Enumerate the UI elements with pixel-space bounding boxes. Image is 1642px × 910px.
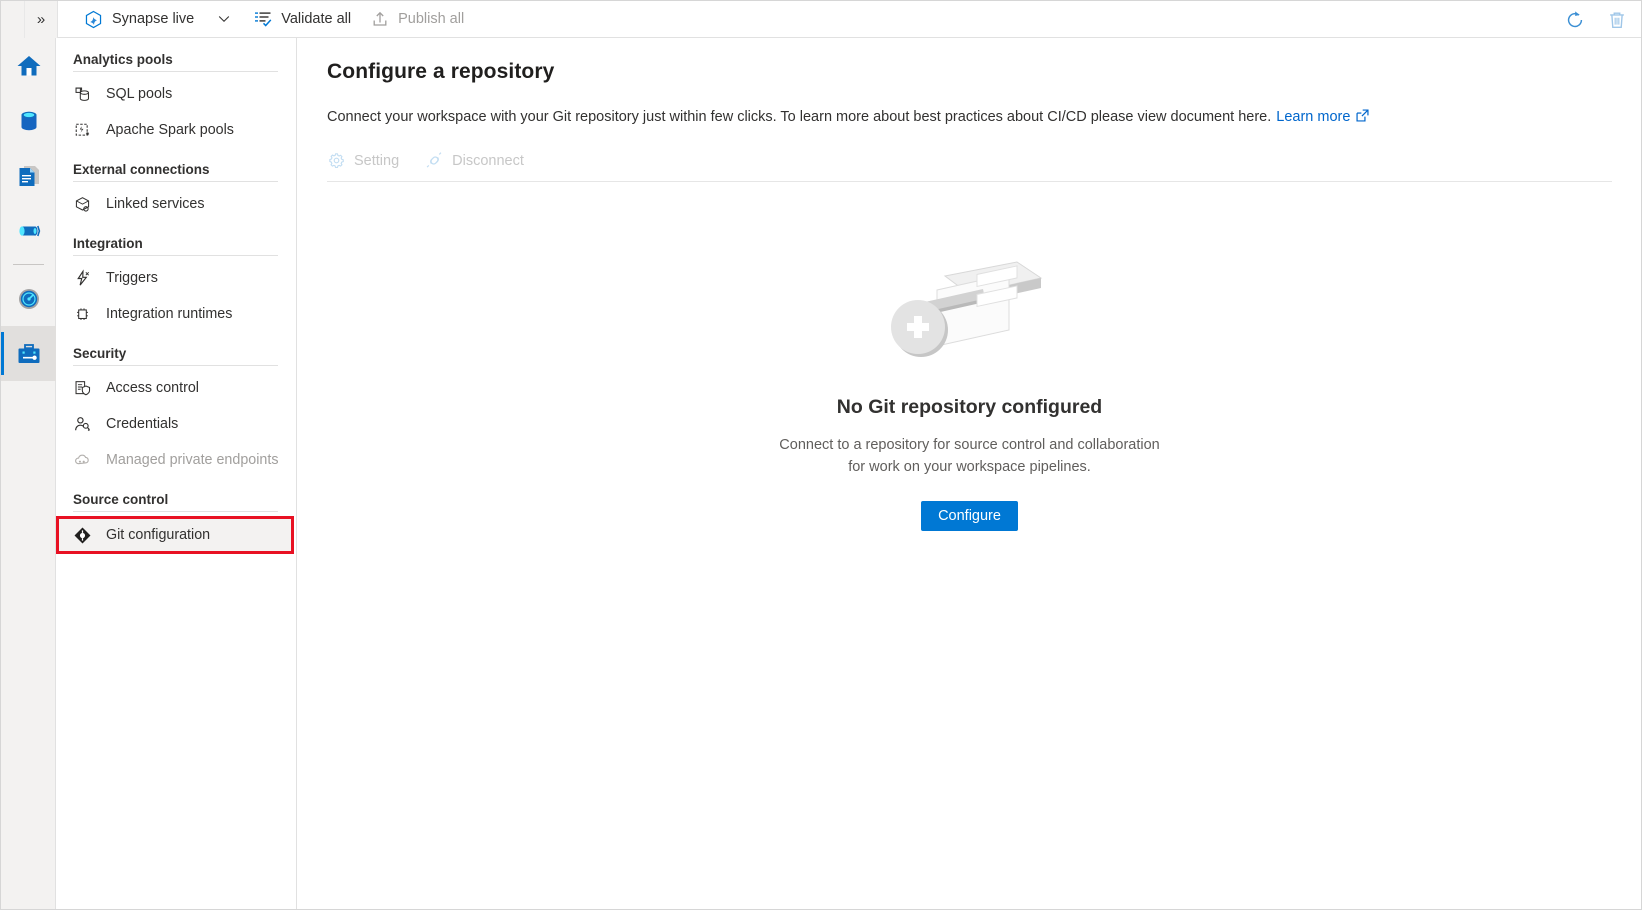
synapse-hexagon-icon [84, 10, 103, 29]
left-icon-rail [1, 38, 56, 910]
nav-group-external-connections-title: External connections [56, 162, 296, 181]
sidebar-item-label: Managed private endpoints [106, 452, 278, 468]
access-control-icon [73, 379, 95, 398]
nav-group-source-control-title: Source control [56, 492, 296, 511]
top-command-bar: » Synapse live [1, 1, 1642, 38]
empty-state-subtitle-line1: Connect to a repository for source contr… [779, 435, 1159, 457]
page-description: Connect your workspace with your Git rep… [327, 107, 1612, 129]
refresh-icon [1564, 9, 1586, 31]
monitor-gauge-icon [15, 285, 43, 313]
setting-button[interactable]: Setting [327, 151, 399, 170]
disconnect-label: Disconnect [452, 153, 524, 169]
sidebar-item-integration-runtimes[interactable]: Integration runtimes [56, 296, 296, 332]
validate-all-icon [254, 10, 272, 28]
document-icon [15, 162, 43, 190]
rail-item-manage[interactable] [1, 326, 56, 381]
rail-item-integrate[interactable] [1, 203, 56, 258]
sidebar-item-linked-services[interactable]: Linked services [56, 186, 296, 222]
publish-all-label: Publish all [398, 11, 464, 27]
trigger-icon [73, 269, 95, 288]
sidebar-item-credentials[interactable]: Credentials [56, 406, 296, 442]
gear-icon [327, 151, 346, 170]
nav-group-integration-title: Integration [56, 236, 296, 255]
disconnect-plug-icon [425, 151, 444, 170]
managed-private-endpoints-icon [73, 451, 95, 470]
sidebar-item-label: Triggers [106, 270, 158, 286]
sidebar-item-label: Apache Spark pools [106, 122, 234, 138]
nav-rule [73, 181, 278, 182]
sidebar-item-label: Git configuration [106, 527, 210, 543]
synapse-live-mode-button[interactable]: Synapse live [74, 1, 204, 38]
home-icon [15, 52, 43, 80]
learn-more-link[interactable]: Learn more [1276, 109, 1350, 125]
sidebar-item-access-control[interactable]: Access control [56, 370, 296, 406]
empty-state-title: No Git repository configured [837, 396, 1102, 419]
sidebar-item-label: Integration runtimes [106, 306, 232, 322]
linked-services-icon [73, 195, 95, 214]
empty-state-subtitle-line2: for work on your workspace pipelines. [779, 457, 1159, 479]
page-title: Configure a repository [327, 60, 1612, 84]
rail-item-home[interactable] [1, 38, 56, 93]
database-icon [15, 107, 43, 135]
sidebar-item-triggers[interactable]: Triggers [56, 260, 296, 296]
nav-rule [73, 365, 278, 366]
sidebar-item-label: Linked services [106, 196, 205, 212]
publish-all-button[interactable]: Publish all [361, 1, 474, 38]
rail-item-monitor[interactable] [1, 271, 56, 326]
pipeline-icon [15, 217, 43, 245]
synapse-studio-window: » Synapse live [0, 0, 1642, 910]
rail-item-develop[interactable] [1, 148, 56, 203]
sidebar-item-git-configuration[interactable]: Git configuration [56, 516, 294, 554]
manage-nav-pane: Analytics pools SQL pools A [56, 38, 297, 910]
disconnect-button[interactable]: Disconnect [425, 151, 524, 170]
sidebar-item-label: Credentials [106, 416, 178, 432]
mode-dropdown-caret[interactable] [204, 1, 244, 38]
topbar-right-actions [1557, 1, 1635, 38]
external-link-icon [1355, 108, 1370, 129]
expand-panel-button[interactable]: » [25, 1, 58, 38]
topbar-items: Synapse live [58, 1, 474, 38]
empty-state: No Git repository configured Connect to … [327, 244, 1612, 531]
main-content: Configure a repository Connect your work… [297, 38, 1642, 910]
no-repository-illustration [885, 244, 1055, 374]
git-icon [73, 526, 95, 545]
sidebar-item-apache-spark-pools[interactable]: Apache Spark pools [56, 112, 296, 148]
spark-pool-icon [73, 121, 95, 140]
sidebar-item-label: Access control [106, 380, 199, 396]
page-description-text: Connect your workspace with your Git rep… [327, 109, 1271, 125]
rail-divider [13, 264, 44, 265]
toolbox-icon [15, 340, 43, 368]
delete-button[interactable] [1599, 2, 1635, 38]
configure-button[interactable]: Configure [921, 501, 1018, 531]
repository-action-toolbar: Setting Disconnect [327, 151, 1612, 182]
publish-upload-icon [371, 10, 389, 28]
nav-rule [73, 511, 278, 512]
nav-group-security-title: Security [56, 346, 296, 365]
sql-pool-icon [73, 85, 95, 104]
validate-all-button[interactable]: Validate all [244, 1, 361, 38]
sidebar-item-label: SQL pools [106, 86, 172, 102]
nav-group-analytics-pools-title: Analytics pools [56, 52, 296, 71]
sidebar-item-sql-pools[interactable]: SQL pools [56, 76, 296, 112]
nav-rule [73, 255, 278, 256]
nav-rule [73, 71, 278, 72]
chevron-double-right-icon: » [37, 11, 45, 28]
setting-label: Setting [354, 153, 399, 169]
trash-icon [1606, 9, 1628, 31]
rail-top-spacer [1, 1, 25, 38]
empty-state-subtitle: Connect to a repository for source contr… [779, 435, 1159, 479]
validate-all-label: Validate all [281, 11, 351, 27]
rail-item-data[interactable] [1, 93, 56, 148]
sidebar-item-managed-private-endpoints[interactable]: Managed private endpoints [56, 442, 296, 478]
refresh-button[interactable] [1557, 2, 1593, 38]
integration-runtime-icon [73, 305, 95, 324]
synapse-live-label: Synapse live [112, 11, 194, 27]
chevron-down-icon [217, 12, 231, 26]
credentials-icon [73, 415, 95, 434]
